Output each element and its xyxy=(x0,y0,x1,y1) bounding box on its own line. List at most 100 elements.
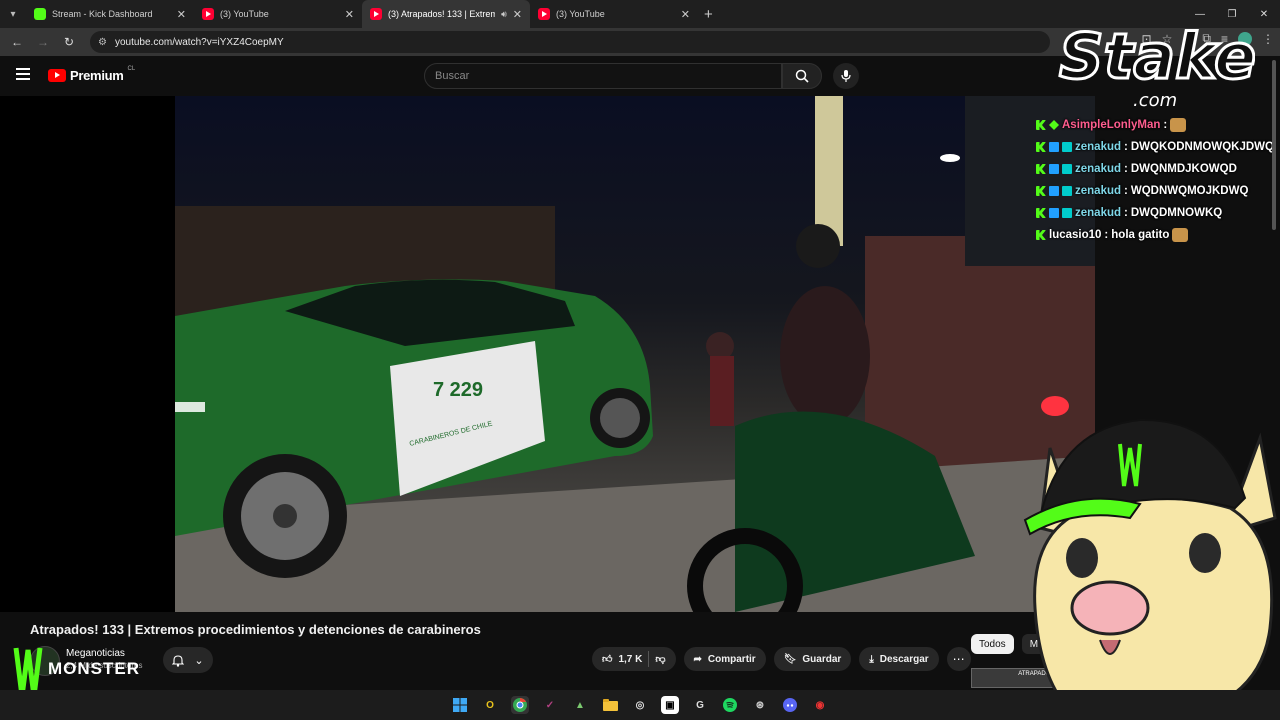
stream-chat-overlay: AsimpleLonlyMan : zenakud : DWQKODNMOWQK… xyxy=(1036,100,1280,246)
chat-username: zenakud xyxy=(1075,207,1122,219)
forward-icon[interactable]: → xyxy=(32,35,54,49)
tab-youtube-2[interactable]: (3) YouTube ✕ xyxy=(530,0,698,28)
chrome-icon[interactable] xyxy=(511,696,529,714)
like-count[interactable]: 1,7 K xyxy=(618,654,642,665)
chat-message: zenakud : DWQKODNMOWQKJDWQ xyxy=(1036,136,1280,158)
close-tab-icon[interactable]: ✕ xyxy=(177,8,186,21)
chat-text: DWQNMDJKOWQD xyxy=(1130,163,1237,175)
share-icon: ➦ xyxy=(693,653,702,665)
back-icon[interactable]: ← xyxy=(6,35,28,49)
share-label: Compartir xyxy=(707,653,756,665)
url-bar[interactable]: ⚙ youtube.com/watch?v=iYXZ4CoepMY xyxy=(90,31,1050,53)
close-tab-icon[interactable]: ✕ xyxy=(681,8,690,21)
search-button[interactable] xyxy=(782,63,822,89)
url-text: youtube.com/watch?v=iYXZ4CoepMY xyxy=(114,36,284,48)
download-button[interactable]: ⤓ Descargar xyxy=(859,647,939,671)
save-button[interactable]: 🔖︎ Guardar xyxy=(773,647,852,671)
tab-title: (3) YouTube xyxy=(556,9,605,19)
chat-username: lucasio10 xyxy=(1049,229,1102,241)
bookmark-icon: 🔖︎ xyxy=(783,653,797,665)
reload-icon[interactable]: ↻ xyxy=(58,35,80,49)
chat-separator: : xyxy=(1104,229,1109,241)
dislike-icon[interactable]: 👎︎ xyxy=(655,653,665,665)
kick-studio-icon[interactable]: ✓ xyxy=(541,696,559,714)
blue-badge-icon xyxy=(1049,186,1059,196)
app-icon[interactable]: ▲ xyxy=(571,696,589,714)
gaming-icon[interactable]: G xyxy=(691,696,709,714)
search-input[interactable]: Buscar xyxy=(424,63,782,89)
cyan-badge-icon xyxy=(1062,208,1072,218)
chat-separator: : xyxy=(1163,119,1168,131)
tab-atrapados[interactable]: (3) Atrapados! 133 | Extrem 🔊︎ ✕ xyxy=(362,0,530,28)
cat-emote-icon xyxy=(1170,118,1187,132)
menu-dots-icon[interactable]: ⋮ xyxy=(1262,32,1274,46)
obs-icon[interactable]: ◎ xyxy=(631,696,649,714)
microphone-icon xyxy=(841,70,851,82)
capcut-icon[interactable]: ▣ xyxy=(661,696,679,714)
cat-mascot-overlay xyxy=(1023,418,1277,720)
share-button[interactable]: ➦ Compartir xyxy=(683,647,766,671)
video-title: Atrapados! 133 | Extremos procedimientos… xyxy=(30,622,481,637)
stake-text: Stake xyxy=(1059,20,1255,93)
cyan-badge-icon xyxy=(1062,186,1072,196)
tab-title: (3) YouTube xyxy=(220,9,269,19)
blue-badge-icon xyxy=(1049,164,1059,174)
chat-username: zenakud xyxy=(1075,163,1122,175)
windows-start-icon[interactable] xyxy=(451,696,469,714)
like-icon[interactable]: 👍︎ xyxy=(602,653,612,665)
kick-badge-icon xyxy=(1036,120,1046,130)
kick-badge-icon xyxy=(1036,142,1046,152)
close-tab-icon[interactable]: ✕ xyxy=(513,8,522,21)
steam-icon[interactable]: ⊛ xyxy=(751,696,769,714)
kick-favicon-icon xyxy=(34,8,46,20)
youtube-premium-logo[interactable]: Premium CL xyxy=(48,65,136,83)
stake-domain: .com xyxy=(1133,90,1177,110)
chat-username: AsimpleLonlyMan xyxy=(1062,119,1161,131)
chat-separator: : xyxy=(1124,207,1128,219)
hamburger-menu-icon[interactable] xyxy=(16,68,30,80)
new-tab-icon[interactable]: + xyxy=(704,6,713,23)
chat-scrollbar[interactable] xyxy=(1272,60,1276,230)
voice-search-button[interactable] xyxy=(833,63,859,89)
chat-separator: : xyxy=(1124,163,1128,175)
speaker-icon[interactable]: 🔊︎ xyxy=(501,9,507,20)
chip-all[interactable]: Todos xyxy=(971,634,1014,654)
chat-username: zenakud xyxy=(1075,185,1122,197)
chat-message: zenakud : DWQDMNOWKQ xyxy=(1036,202,1280,224)
site-info-icon[interactable]: ⚙ xyxy=(98,37,107,48)
cyan-badge-icon xyxy=(1062,142,1072,152)
opera-icon[interactable]: O xyxy=(481,696,499,714)
chat-separator: : xyxy=(1124,185,1128,197)
subscription-bell-button[interactable]: ⌄ xyxy=(163,647,213,673)
chevron-down-icon: ⌄ xyxy=(194,654,204,667)
diamond-badge-icon xyxy=(1049,120,1059,130)
monster-text: MONSTER xyxy=(48,659,140,678)
youtube-favicon-icon xyxy=(202,8,214,20)
chat-text: DWQKODNMOWQKJDWQ xyxy=(1130,141,1274,153)
tab-search-icon[interactable]: ▾ xyxy=(0,0,26,28)
chat-message: lucasio10 : hola gatito xyxy=(1036,224,1280,246)
chat-text: DWQDMNOWKQ xyxy=(1130,207,1223,219)
discord-icon[interactable] xyxy=(781,696,799,714)
spotify-icon[interactable] xyxy=(721,696,739,714)
chat-message: zenakud : DWQNMDJKOWQD xyxy=(1036,158,1280,180)
youtube-favicon-icon xyxy=(370,8,382,20)
chat-separator: : xyxy=(1124,141,1128,153)
video-player[interactable]: 7 229 CARABINEROS DE CHILE xyxy=(0,96,1095,612)
logo-text: Premium xyxy=(70,68,124,83)
close-tab-icon[interactable]: ✕ xyxy=(345,8,354,21)
kick-badge-icon xyxy=(1036,208,1046,218)
kick-badge-icon xyxy=(1036,230,1046,240)
like-dislike-group: 👍︎ 1,7 K 👎︎ xyxy=(592,647,676,671)
more-actions-button[interactable]: ⋯ xyxy=(946,647,971,671)
download-icon: ⤓ xyxy=(869,653,874,665)
app2-icon[interactable]: ◉ xyxy=(811,696,829,714)
region-code: CL xyxy=(127,65,136,72)
stake-logo-overlay: Stake .com xyxy=(1058,19,1256,111)
file-explorer-icon[interactable] xyxy=(601,696,619,714)
tab-youtube-1[interactable]: (3) YouTube ✕ xyxy=(194,0,362,28)
tab-kick-dashboard[interactable]: Stream - Kick Dashboard ✕ xyxy=(26,0,194,28)
tab-title: Stream - Kick Dashboard xyxy=(52,9,153,19)
more-horiz-icon: ⋯ xyxy=(952,652,965,666)
blue-badge-icon xyxy=(1049,142,1059,152)
